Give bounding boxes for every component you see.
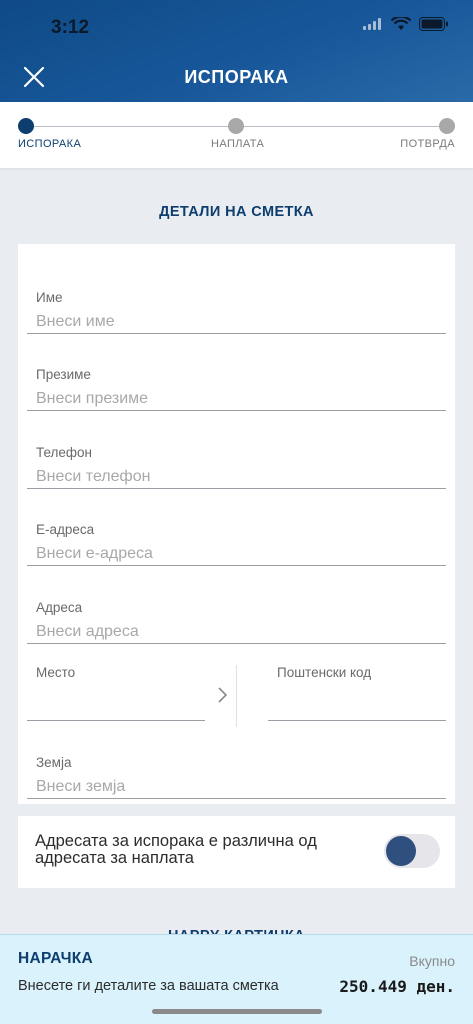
checkout-steps: ИСПОРАКА НАПЛАТА ПОТВРДА [0, 102, 473, 168]
different-shipping-address-card: Адресата за испорака е различна од адрес… [18, 816, 455, 888]
order-summary-bar: НАРАЧКА Внесете ги деталите за вашата см… [0, 934, 473, 1024]
phone-label: Телефон [36, 445, 93, 460]
postal-code-field: Поштенски код [268, 631, 447, 721]
field-underline [27, 410, 446, 411]
email-field: Е-адреса [27, 489, 446, 566]
first-name-label: Име [36, 290, 63, 305]
field-underline [27, 720, 205, 721]
field-underline [268, 720, 446, 721]
order-instructions: Внесете ги деталите за вашата сметка [18, 978, 279, 994]
column-divider [236, 665, 237, 727]
order-title: НАРАЧКА [18, 950, 94, 967]
country-label: Земја [36, 755, 72, 770]
country-input[interactable] [36, 778, 436, 796]
step-dot-confirmation [439, 118, 455, 134]
different-address-toggle[interactable] [384, 834, 440, 868]
email-input[interactable] [36, 545, 436, 563]
chevron-right-icon [218, 687, 228, 703]
email-label: Е-адреса [36, 522, 95, 537]
postal-code-label: Поштенски код [277, 665, 372, 680]
address-label: Адреса [36, 600, 83, 615]
phone-field: Телефон [27, 412, 446, 489]
wifi-icon [391, 17, 411, 30]
last-name-label: Презиме [36, 367, 91, 382]
phone-input[interactable] [36, 468, 436, 486]
field-underline [27, 565, 446, 566]
toggle-knob [386, 836, 416, 866]
battery-icon [419, 17, 448, 31]
step-dot-shipping [18, 118, 34, 134]
first-name-input[interactable] [36, 313, 436, 331]
account-details-form: Име Презиме Телефон Е-адреса Адреса Мест… [18, 244, 455, 804]
app-header: 3:12 ИСПОРАКА [0, 0, 473, 102]
different-address-label: Адресата за испорака е различна од адрес… [35, 832, 317, 867]
total-value: 250.449 ден. [339, 977, 455, 996]
field-underline [27, 798, 446, 799]
step-label-shipping: ИСПОРАКА [18, 138, 82, 150]
step-label-confirmation: ПОТВРДА [400, 138, 455, 150]
page-title: ИСПОРАКА [184, 67, 289, 87]
city-postal-row: Место Поштенски код [27, 631, 447, 727]
first-name-field: Име [27, 257, 446, 334]
step-dot-payment [228, 118, 244, 134]
last-name-field: Презиме [27, 334, 446, 411]
home-indicator [152, 1009, 322, 1014]
last-name-input[interactable] [36, 390, 436, 408]
city-label: Место [36, 665, 76, 680]
step-label-payment: НАПЛАТА [211, 138, 265, 150]
section-title: ДЕТАЛИ НА СМЕТКА [159, 204, 314, 220]
postal-code-input[interactable] [277, 689, 447, 707]
city-selector[interactable]: Место [27, 631, 205, 721]
country-field: Земја [27, 722, 446, 799]
total-label: Вкупно [409, 953, 455, 969]
signal-icon [363, 18, 381, 30]
status-icons [363, 17, 449, 31]
status-time: 3:12 [51, 17, 90, 38]
